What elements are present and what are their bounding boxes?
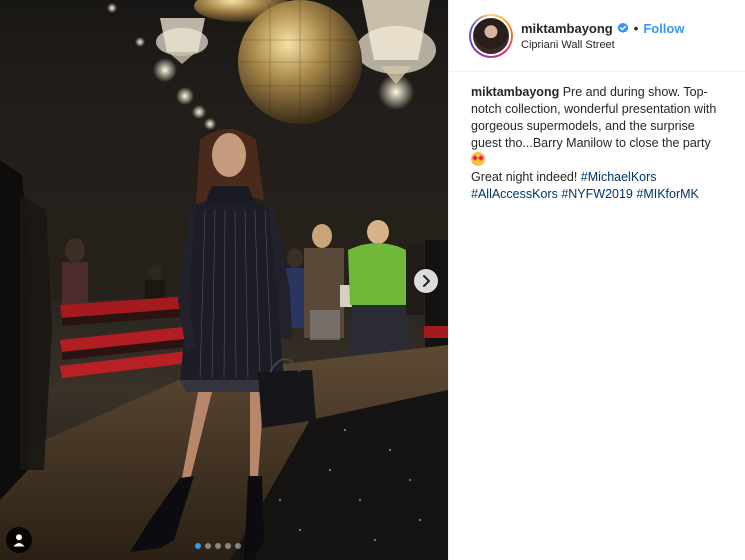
post-caption: miktambayong Pre and during show. Top-no… bbox=[449, 72, 745, 203]
user-tag-button[interactable] bbox=[6, 527, 32, 553]
post-photo[interactable] bbox=[0, 0, 448, 560]
location-link[interactable]: Cipriani Wall Street bbox=[521, 39, 684, 51]
post-header: miktambayong • Follow Cipriani Wall Stre… bbox=[449, 0, 745, 72]
hashtag-link[interactable]: #NYFW2019 bbox=[561, 187, 633, 201]
chandelier-right bbox=[356, 0, 436, 84]
avatar[interactable] bbox=[469, 13, 513, 58]
username-link[interactable]: miktambayong bbox=[521, 21, 613, 36]
user-tag-icon bbox=[13, 534, 25, 547]
chandelier-left bbox=[156, 18, 208, 64]
hashtag-link[interactable]: #AllAccessKors bbox=[471, 187, 558, 201]
carousel-dot bbox=[235, 543, 241, 549]
heart-eyes-emoji-icon bbox=[471, 152, 485, 166]
event-photo-scene bbox=[0, 0, 448, 560]
header-text: miktambayong • Follow Cipriani Wall Stre… bbox=[521, 21, 684, 51]
carousel-dot bbox=[225, 543, 231, 549]
caption-text-line2: Great night indeed! bbox=[471, 170, 581, 184]
caption-username[interactable]: miktambayong bbox=[471, 85, 559, 99]
hashtag-link[interactable]: #MichaelKors bbox=[581, 170, 657, 184]
avatar-image bbox=[471, 15, 511, 56]
chevron-right-icon bbox=[423, 275, 430, 287]
next-slide-button[interactable] bbox=[414, 269, 438, 293]
carousel-indicator bbox=[195, 543, 241, 549]
separator-dot: • bbox=[633, 20, 639, 36]
carousel-dot bbox=[205, 543, 211, 549]
hashtag-link[interactable]: #MIKforMK bbox=[636, 187, 699, 201]
post-side-panel: miktambayong • Follow Cipriani Wall Stre… bbox=[448, 0, 745, 560]
verified-badge-icon bbox=[617, 22, 629, 34]
carousel-dot bbox=[195, 543, 201, 549]
user-row: miktambayong • Follow bbox=[521, 21, 684, 36]
carousel-dot bbox=[215, 543, 221, 549]
follow-button[interactable]: Follow bbox=[643, 21, 684, 36]
